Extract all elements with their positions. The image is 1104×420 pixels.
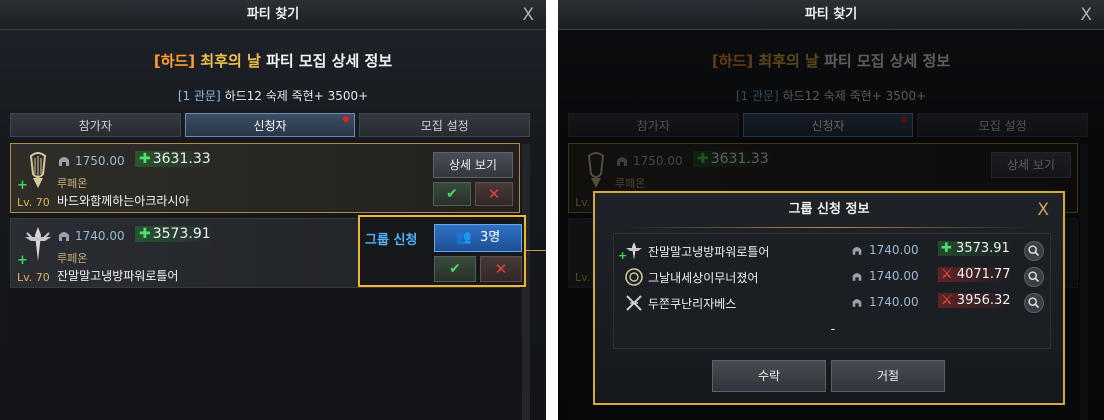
connector-line — [526, 250, 546, 251]
combat-power-value: 3573.91 — [152, 226, 211, 242]
helmet-icon — [59, 157, 69, 166]
combat-power: ✚3631.33 — [135, 151, 215, 167]
empty-slot: - — [830, 322, 836, 337]
reject-button[interactable]: ✕ — [475, 182, 513, 206]
magnifier-icon[interactable] — [1024, 241, 1044, 261]
server-name: 루페온 — [57, 252, 88, 265]
combat-power: ✚ 3573.91 — [135, 226, 215, 242]
party-finder-window-modal-state: 파티 찾기 X [하드] 최후의 날 파티 모집 상세 정보 [1 관문] 하드… — [558, 0, 1104, 420]
group-apply-button[interactable]: 👥 3명 — [434, 224, 522, 252]
member-list: + 잔말말고냉방파워로틀어 1740.00 ✚ 3573.91 그날내세상이무너… — [613, 233, 1051, 349]
member-row: 두쫀쿠난리자베스 1740.00 ⚔ 3956.32 — [614, 290, 1052, 316]
window-titlebar: 파티 찾기 X — [0, 0, 546, 30]
helmet-icon — [852, 299, 862, 307]
item-level: 1740.00 — [75, 229, 125, 243]
plus-icon: ✚ — [139, 151, 151, 167]
crossed-blades-icon — [626, 295, 642, 311]
server-name: 루페온 — [57, 177, 88, 190]
member-power-value: 3956.32 — [956, 293, 1011, 308]
tab-label: 참가자 — [78, 119, 112, 133]
raid-name: 최후의 날 — [200, 52, 261, 70]
gate-label: [1 관문] — [177, 89, 221, 103]
cross-icon: ✕ — [494, 260, 508, 278]
character-level: Lv. 70 — [17, 271, 50, 284]
member-name: 그날내세상이무너졌어 — [648, 271, 759, 285]
helmet-icon — [852, 273, 862, 281]
member-item-level: 1740.00 — [869, 243, 919, 257]
medallion-icon — [625, 268, 643, 286]
leader-plus-icon: + — [17, 253, 28, 268]
group-count: 3명 — [479, 230, 501, 245]
combat-power-value: 3631.33 — [152, 151, 211, 167]
cross-icon: ✕ — [487, 185, 501, 203]
member-power: ✚ 3573.91 — [938, 241, 1013, 256]
paladin-sword-icon — [626, 242, 642, 260]
party-subtitle: [1 관문] 하드12 숙제 죽현+ 3500+ — [0, 87, 546, 104]
reject-button[interactable]: 거절 — [831, 360, 945, 392]
applicant-card[interactable]: + Lv. 70 1750.00 ✚ 3631.33 루페온 바드와함께하는아크라… — [10, 143, 520, 213]
check-icon: ✔ — [446, 186, 458, 202]
heading-rest: 파티 모집 상세 정보 — [266, 52, 393, 70]
member-row: + 잔말말고냉방파워로틀어 1740.00 ✚ 3573.91 — [614, 238, 1052, 264]
close-icon[interactable]: X — [522, 0, 534, 30]
group-accept-button[interactable]: ✔ — [434, 256, 476, 282]
sword-down-icon: ⚔ — [941, 293, 953, 308]
detail-view-button[interactable]: 상세 보기 — [433, 152, 513, 178]
notification-dot — [343, 116, 350, 122]
leader-plus-icon: + — [17, 178, 28, 193]
member-power: ⚔ 4071.77 — [938, 267, 1014, 282]
member-power: ⚔ 3956.32 — [938, 293, 1014, 308]
member-power-value: 3573.91 — [956, 241, 1010, 256]
accept-button[interactable]: 수락 — [712, 360, 826, 392]
member-name: 두쫀쿠난리자베스 — [648, 297, 737, 311]
accept-button[interactable]: ✔ — [433, 182, 471, 206]
member-item-level: 1740.00 — [869, 295, 919, 309]
group-apply-label: 그룹 신청 — [365, 233, 418, 248]
helmet-icon — [852, 247, 862, 255]
check-icon: ✔ — [449, 261, 461, 277]
ornament-divider — [625, 227, 1033, 228]
magnifier-icon[interactable] — [1024, 267, 1044, 287]
page-title: [하드] 최후의 날 파티 모집 상세 정보 — [0, 50, 546, 71]
sword-down-icon: ⚔ — [941, 267, 953, 282]
tab-bar: 참가자 신청자 모집 설정 — [10, 113, 531, 137]
character-level: Lv. 70 — [17, 196, 50, 209]
tab-participants[interactable]: 참가자 — [10, 113, 181, 137]
character-name: 잔말말고냉방파워로틀어 — [57, 269, 179, 283]
tab-label: 신청자 — [253, 119, 287, 133]
group-apply-highlight: 그룹 신청 👥 3명 ✔ ✕ — [358, 215, 526, 287]
difficulty-label: [하드] — [153, 52, 196, 70]
close-icon[interactable]: X — [1037, 193, 1049, 227]
close-icon[interactable]: X — [1080, 0, 1092, 30]
panel-divider — [546, 0, 558, 420]
plus-icon: ✚ — [941, 241, 952, 256]
party-info: 하드12 숙제 죽현+ 3500+ — [224, 89, 369, 103]
party-finder-window: 파티 찾기 X [하드] 최후의 날 파티 모집 상세 정보 [1 관문] 하드… — [0, 0, 546, 420]
member-name: 잔말말고냉방파워로틀어 — [648, 245, 770, 259]
modal-title: 그룹 신청 정보 — [788, 202, 870, 217]
member-power-value: 4071.77 — [956, 267, 1011, 282]
party-icon: 👥 — [455, 230, 472, 245]
window-title: 파티 찾기 — [804, 7, 858, 22]
helmet-icon — [59, 232, 69, 241]
window-titlebar: 파티 찾기 X — [558, 0, 1104, 30]
magnifier-icon[interactable] — [1024, 293, 1044, 313]
member-item-level: 1740.00 — [869, 269, 919, 283]
group-application-modal: 그룹 신청 정보 X + 잔말말고냉방파워로틀어 1740.00 ✚ 3573.… — [593, 191, 1065, 405]
member-row: 그날내세상이무너졌어 1740.00 ⚔ 4071.77 — [614, 264, 1052, 290]
tab-recruit-settings[interactable]: 모집 설정 — [359, 113, 531, 137]
character-name: 바드와함께하는아크라시아 — [57, 194, 190, 208]
modal-titlebar: 그룹 신청 정보 X — [595, 193, 1063, 227]
item-level: 1750.00 — [75, 154, 125, 168]
tab-applicants[interactable]: 신청자 — [184, 113, 356, 137]
window-title: 파티 찾기 — [246, 7, 300, 22]
plus-icon: ✚ — [139, 226, 151, 242]
tab-label: 모집 설정 — [420, 119, 469, 133]
group-reject-button[interactable]: ✕ — [480, 256, 522, 282]
